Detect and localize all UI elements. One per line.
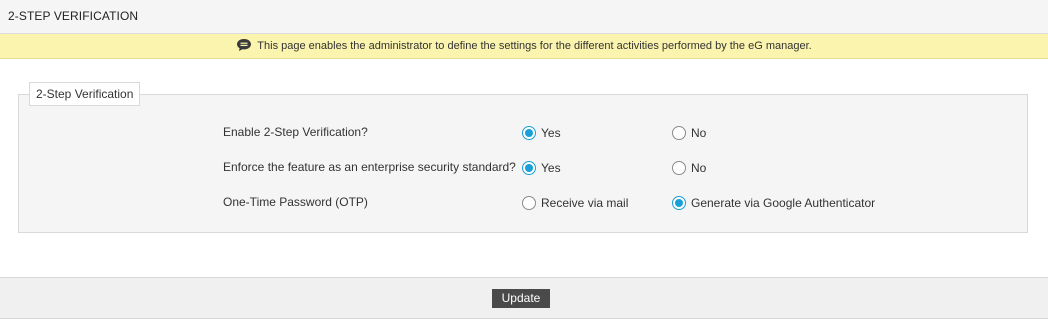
info-message: This page enables the administrator to d… (0, 39, 1048, 53)
update-button[interactable]: Update (492, 289, 550, 308)
otp-mail-label: Receive via mail (541, 196, 629, 210)
speech-bubble-icon (236, 38, 252, 52)
enforce-standard-no-radio[interactable] (672, 161, 686, 175)
otp-mail-radio[interactable] (522, 196, 536, 210)
otp-google-authenticator-option[interactable]: Generate via Google Authenticator (672, 196, 875, 210)
enforce-standard-label: Enforce the feature as an enterprise sec… (223, 160, 516, 174)
enable-2step-yes-label: Yes (541, 126, 561, 140)
page-title: 2-STEP VERIFICATION (8, 9, 139, 23)
enforce-standard-yes-label: Yes (541, 161, 561, 175)
info-text: This page enables the administrator to d… (257, 40, 812, 52)
enable-2step-yes-radio[interactable] (522, 126, 536, 140)
info-bar: This page enables the administrator to d… (0, 34, 1048, 59)
enforce-standard-no-label: No (691, 161, 707, 175)
otp-google-authenticator-radio[interactable] (672, 196, 686, 210)
enforce-standard-yes-radio[interactable] (522, 161, 536, 175)
section-legend: 2-Step Verification (29, 82, 141, 106)
enable-2step-label: Enable 2-Step Verification? (223, 125, 368, 139)
enable-2step-yes-option[interactable]: Yes (522, 126, 561, 140)
enable-2step-no-option[interactable]: No (672, 126, 706, 140)
enable-2step-no-radio[interactable] (672, 126, 686, 140)
otp-google-authenticator-label: Generate via Google Authenticator (691, 196, 876, 210)
footer-bar: Update (0, 277, 1048, 319)
otp-mail-option[interactable]: Receive via mail (522, 196, 628, 210)
otp-label: One-Time Password (OTP) (223, 195, 368, 209)
enforce-standard-no-option[interactable]: No (672, 161, 706, 175)
page-header: 2-STEP VERIFICATION (0, 0, 1048, 34)
enforce-standard-yes-option[interactable]: Yes (522, 161, 561, 175)
enable-2step-no-label: No (691, 126, 707, 140)
